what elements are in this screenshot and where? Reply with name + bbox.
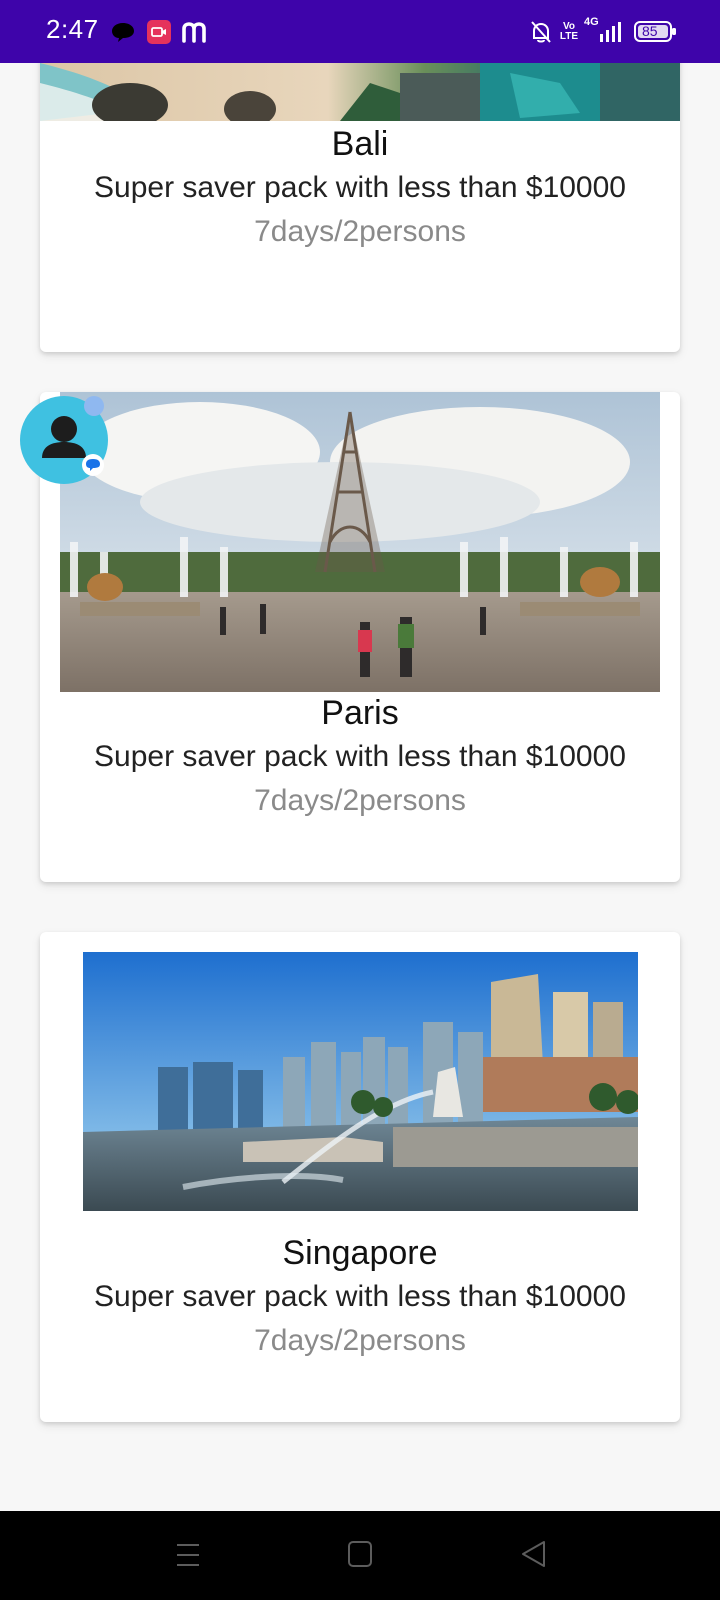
status-bar: 2:47 Vo LTE 4G 85 (0, 0, 720, 63)
card-title: Bali (331, 125, 389, 163)
volte-label: Vo LTE (559, 21, 579, 42)
destination-list[interactable]: Bali Super saver pack with less than $10… (0, 63, 720, 1511)
card-meta: 7days/2persons (254, 784, 466, 817)
card-description: Super saver pack with less than $10000 (94, 740, 626, 773)
card-title: Singapore (282, 1234, 438, 1272)
home-icon[interactable] (348, 1541, 372, 1567)
destination-card-singapore[interactable]: Singapore Super saver pack with less tha… (40, 932, 680, 1422)
card-description: Super saver pack with less than $10000 (94, 1280, 626, 1313)
card-image (83, 952, 638, 1211)
back-icon[interactable] (520, 1540, 546, 1568)
battery-level: 85 (642, 23, 658, 39)
volte-icon: Vo LTE (556, 14, 582, 50)
chat-bubble-icon (110, 14, 136, 50)
chat-badge-icon (82, 454, 104, 476)
card-title: Paris (321, 694, 399, 732)
card-description: Super saver pack with less than $10000 (94, 171, 626, 204)
signal-icon: 4G (584, 14, 621, 50)
bell-off-icon (528, 14, 554, 50)
card-image (60, 392, 660, 692)
card-meta: 7days/2persons (254, 1324, 466, 1357)
video-recorder-icon (146, 14, 172, 50)
menu-icon[interactable] (176, 1541, 200, 1569)
status-dot (84, 396, 104, 416)
floating-chat-head[interactable] (20, 396, 108, 484)
battery-icon: 85 (634, 14, 678, 50)
card-image (40, 63, 680, 121)
status-time: 2:47 (46, 14, 99, 44)
m-logo-icon (180, 14, 208, 50)
destination-card-bali[interactable]: Bali Super saver pack with less than $10… (40, 63, 680, 352)
destination-card-paris[interactable]: Paris Super saver pack with less than $1… (40, 392, 680, 882)
system-nav-bar (0, 1511, 720, 1600)
card-meta: 7days/2persons (254, 215, 466, 248)
